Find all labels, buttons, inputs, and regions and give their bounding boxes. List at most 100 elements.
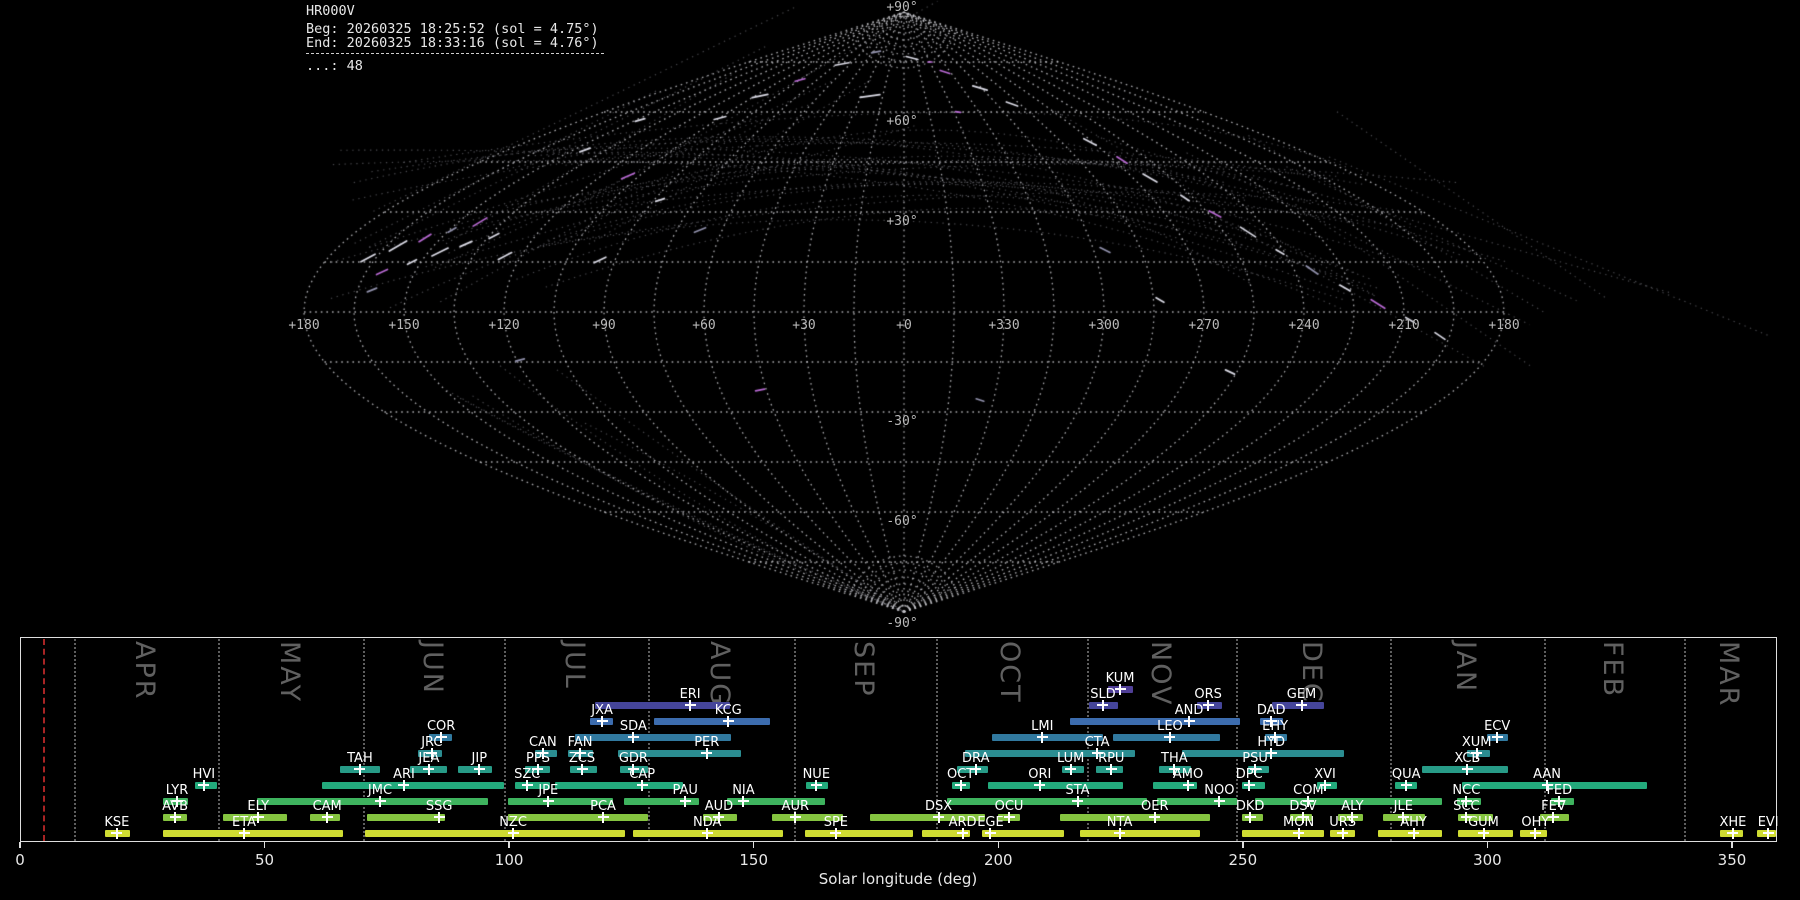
shower-peak-marker [542, 795, 554, 807]
shower-peak-marker [789, 811, 801, 823]
shower-bar-kcg [653, 717, 771, 725]
shower-bar-eta [162, 829, 343, 837]
shower-peak-marker [1478, 827, 1489, 839]
shower-peak-marker [984, 827, 996, 839]
month-label: OCT [994, 641, 1026, 704]
month-label: APR [128, 641, 160, 701]
lat-label: -90° [886, 616, 918, 631]
shower-peak-marker [1114, 827, 1126, 839]
x-tick-label: 300 [1473, 851, 1502, 869]
lon-label: +30 [792, 318, 816, 333]
x-tick-label: 0 [15, 851, 25, 869]
shower-peak-marker [169, 811, 181, 823]
lon-label: +60 [692, 318, 716, 333]
month-label: JUN [416, 641, 448, 695]
month-gridline [363, 639, 366, 841]
end-time-line: End: 20260325 18:33:16 (sol = 4.76°) [306, 35, 599, 51]
lon-label: +180 [288, 318, 320, 333]
shower-bar-mon [1242, 829, 1324, 837]
lon-label: +150 [388, 318, 420, 333]
shower-peak-marker [576, 763, 588, 775]
shower-bar-nzc [365, 829, 626, 837]
shower-peak-marker [684, 699, 696, 711]
x-tick-label: 250 [1228, 851, 1258, 869]
x-tick-label: 350 [1717, 851, 1747, 869]
lon-label: +120 [488, 318, 520, 333]
lon-label: +210 [1388, 318, 1420, 333]
shower-peak-marker [1408, 827, 1420, 839]
lon-label: +180 [1488, 318, 1520, 333]
shower-peak-marker [1461, 763, 1473, 775]
x-tick [508, 842, 510, 848]
month-label: JUL [558, 641, 590, 690]
shower-peak-marker [1762, 827, 1774, 839]
shower-peak-marker [957, 827, 969, 839]
x-tick [1731, 842, 1733, 848]
x-tick [997, 842, 1000, 848]
shower-peak-marker [1164, 731, 1176, 743]
lon-label: +300 [1088, 318, 1120, 333]
header-separator [306, 53, 604, 54]
shower-peak-marker [722, 715, 734, 727]
shower-peak-marker [830, 827, 842, 839]
lat-label: +90° [886, 0, 918, 15]
shower-peak-marker [810, 779, 822, 791]
meteor-count-line: ...: 48 [306, 58, 363, 74]
shower-peak-marker [1400, 779, 1412, 791]
shower-peak-marker [1072, 795, 1084, 807]
shower-peak-marker [627, 731, 639, 743]
shower-peak-marker [321, 811, 333, 823]
x-tick [263, 842, 266, 848]
shower-peak-marker [1105, 763, 1117, 775]
month-label: FEB [1596, 641, 1628, 699]
month-gridline [218, 639, 221, 841]
x-tick [1242, 842, 1244, 848]
x-tick-label: 50 [255, 851, 275, 869]
shower-peak-marker [1034, 779, 1046, 791]
month-gridline [1683, 639, 1686, 841]
lon-label: +330 [988, 318, 1020, 333]
shower-peak-marker [473, 763, 485, 775]
shower-peak-marker [1727, 827, 1739, 839]
month-gridline [73, 639, 76, 841]
lat-label: +60° [886, 114, 918, 129]
shower-peak-marker [374, 795, 386, 807]
shower-peak-marker [701, 827, 713, 839]
month-label: MAR [1713, 641, 1745, 708]
station-title: HR000V [306, 3, 355, 19]
x-tick [19, 842, 21, 848]
lat-label: +30° [886, 214, 918, 229]
shower-peak-marker [1529, 827, 1541, 839]
shower-peak-marker [1036, 731, 1048, 743]
x-tick-label: 200 [983, 851, 1013, 869]
shower-peak-marker [1244, 811, 1256, 823]
shower-bar-nta [1079, 829, 1201, 837]
shower-bar-spe [805, 829, 914, 837]
shower-peak-marker [636, 779, 648, 791]
shower-peak-marker [1097, 699, 1109, 711]
shower-peak-marker [354, 763, 366, 775]
shower-peak-marker [1293, 827, 1305, 839]
shower-peak-marker [238, 827, 250, 839]
month-label: JAN [1449, 641, 1481, 694]
lat-label: -30° [886, 413, 918, 429]
lon-label: +0 [896, 318, 912, 333]
shower-peak-marker [1337, 827, 1349, 839]
shower-peak-marker [955, 779, 967, 791]
lon-label: +90 [592, 318, 616, 333]
month-label: SEP [847, 641, 879, 698]
x-tick [752, 842, 755, 848]
lon-label: +240 [1288, 318, 1320, 333]
x-tick [1486, 842, 1489, 848]
shower-peak-marker [111, 827, 123, 839]
shower-peak-marker [433, 811, 445, 823]
x-tick-label: 150 [739, 851, 769, 869]
month-label: MAY [273, 641, 305, 704]
shower-peak-marker [701, 747, 713, 759]
x-tick-label: 100 [494, 851, 524, 869]
x-axis-title: Solar longitude (deg) [818, 870, 978, 888]
month-gridline [503, 639, 506, 841]
lon-label: +270 [1188, 318, 1220, 333]
current-sol-line [43, 639, 46, 841]
shower-peak-marker [507, 827, 519, 839]
